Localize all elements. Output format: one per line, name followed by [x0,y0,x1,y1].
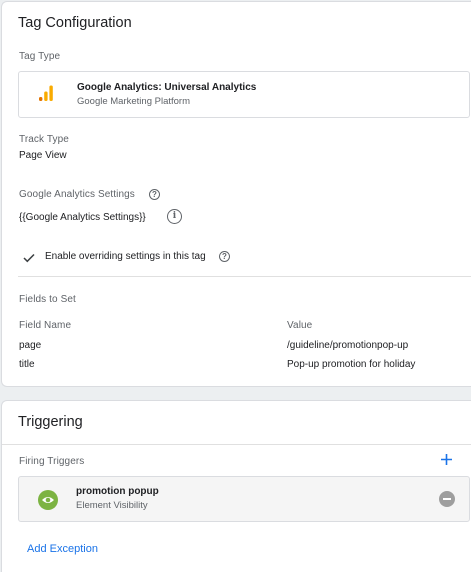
track-type-label: Track Type [19,134,69,145]
section-divider [18,276,471,277]
ga-settings-value[interactable]: {{Google Analytics Settings}} [19,212,146,223]
override-help-icon[interactable]: ? [219,251,230,262]
trigger-type: Element Visibility [76,500,148,511]
fields-to-set-label: Fields to Set [19,294,76,305]
analytics-bars-icon [39,85,53,108]
track-type-value[interactable]: Page View [19,150,67,161]
override-settings-checkbox-label[interactable]: Enable overriding settings in this tag [45,251,206,262]
tag-type-selector[interactable]: Google Analytics: Universal Analytics Go… [18,71,470,118]
triggering-title: Triggering [18,414,83,430]
field-name-cell: title [19,359,35,370]
ga-settings-help-icon[interactable]: ? [149,189,160,200]
add-exception-link[interactable]: Add Exception [27,543,98,555]
firing-triggers-label: Firing Triggers [19,456,85,467]
value-column-header: Value [287,320,313,331]
ga-settings-label: Google Analytics Settings [19,189,135,200]
add-trigger-plus-icon[interactable] [440,453,453,471]
tag-type-name: Google Analytics: Universal Analytics [77,82,257,93]
triggering-card: Triggering Firing Triggers promotion pop… [1,400,471,572]
remove-trigger-icon[interactable] [439,491,455,512]
tag-configuration-title: Tag Configuration [18,15,132,31]
tag-configuration-card: Tag Configuration Tag Type Google Analyt… [1,1,471,387]
field-value-cell: Pop-up promotion for holiday [287,359,416,370]
checkmark-icon[interactable] [23,250,35,268]
field-value-cell: /guideline/promotionpop-up [287,340,409,351]
triggering-header-divider [2,444,471,445]
trigger-name: promotion popup [76,486,159,497]
eye-icon [38,490,58,515]
field-name-column-header: Field Name [19,320,72,331]
field-name-cell: page [19,340,42,351]
variable-info-icon[interactable]: i [167,209,182,224]
trigger-item[interactable]: promotion popup Element Visibility [18,476,470,522]
tag-type-vendor: Google Marketing Platform [77,96,190,107]
tag-type-label: Tag Type [19,51,61,62]
